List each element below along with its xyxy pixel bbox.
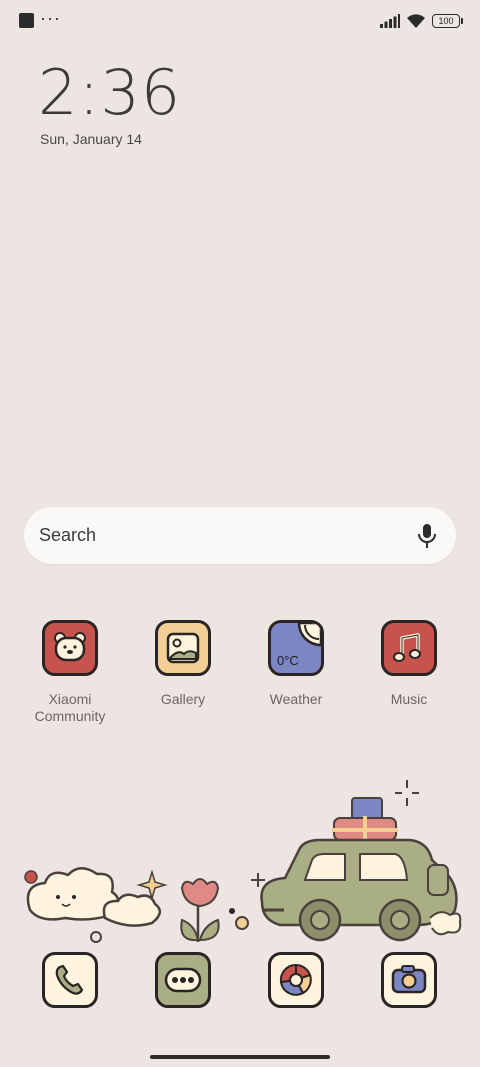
dock-app-browser[interactable] <box>246 952 346 1008</box>
sparkle-icon <box>136 869 168 901</box>
app-label: Weather <box>269 691 323 707</box>
battery-icon: 100 <box>432 14 463 28</box>
browser-icon <box>268 952 324 1008</box>
app-label: Music <box>390 691 428 707</box>
dock-app-phone[interactable] <box>20 952 120 1008</box>
microphone-icon[interactable] <box>416 523 438 549</box>
car-illustration-icon <box>260 797 462 942</box>
app-xiaomi-community[interactable]: Xiaomi Community <box>20 620 120 725</box>
app-label: Gallery <box>160 691 206 707</box>
dock-app-messages[interactable] <box>133 952 233 1008</box>
notification-app-icon <box>19 13 34 28</box>
weather-icon: 0°C <box>268 620 324 676</box>
camera-icon <box>381 952 437 1008</box>
status-bar: ··· 100 <box>0 0 480 42</box>
bear-face-icon <box>42 620 98 676</box>
search-bar[interactable]: Search <box>24 507 456 564</box>
phone-icon <box>42 952 98 1008</box>
messages-icon <box>155 952 211 1008</box>
signal-icon <box>380 14 400 28</box>
tulip-illustration-icon <box>180 878 249 942</box>
app-label: Xiaomi Community <box>34 691 106 724</box>
app-gallery[interactable]: Gallery <box>133 620 233 708</box>
app-music[interactable]: Music <box>359 620 459 708</box>
picture-icon <box>155 620 211 676</box>
search-label: Search <box>39 525 97 545</box>
cloud-illustration-icon <box>24 867 161 943</box>
home-indicator[interactable] <box>150 1055 330 1059</box>
wifi-icon <box>407 13 425 28</box>
dock-app-camera[interactable] <box>359 952 459 1008</box>
clock-widget-time[interactable]: 2:36 <box>38 56 181 129</box>
app-weather[interactable]: 0°C Weather <box>246 620 346 708</box>
weather-temperature: 0°C <box>277 653 299 668</box>
wallpaper-illustration <box>24 780 462 943</box>
more-notifications-indicator: ··· <box>40 8 61 28</box>
music-note-icon <box>381 620 437 676</box>
clock-widget-date[interactable]: Sun, January 14 <box>40 131 142 147</box>
status-icons: 100 <box>380 10 463 32</box>
